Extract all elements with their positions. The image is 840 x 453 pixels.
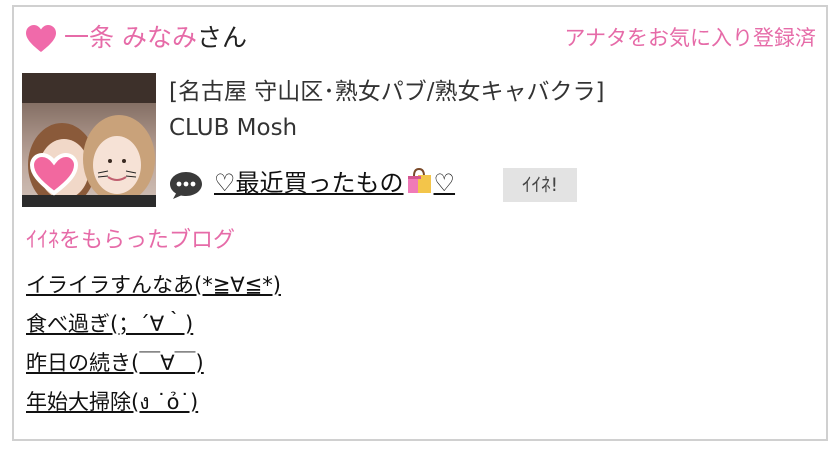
blog-link[interactable]: 食べ過ぎ(；´∀｀)	[26, 312, 193, 336]
profile-photo[interactable]	[22, 73, 156, 207]
list-item: 昨日の続き(￣∀￣)	[26, 349, 281, 377]
cast-name-suffix: さん	[196, 23, 247, 52]
favorite-card: 一条 みなみさん アナタをお気に入り登録済 [名古屋 守山区･熟女パブ/熟女キャ…	[12, 5, 828, 441]
iine-button[interactable]: ｲｲﾈ!	[503, 168, 577, 202]
area-category: [名古屋 守山区･熟女パブ/熟女キャバクラ]	[169, 79, 605, 105]
liked-blog-list: イライラすんなあ(*≧∀≦*) 食べ過ぎ(；´∀｀) 昨日の続き(￣∀￣) 年始…	[26, 271, 281, 427]
speech-bubble-icon	[170, 172, 202, 199]
list-item: イライラすんなあ(*≧∀≦*)	[26, 271, 281, 299]
post-title-link[interactable]: ♡最近買ったもの ♡	[214, 166, 455, 200]
post-title-suffix[interactable]: ♡	[434, 169, 456, 197]
list-item: 年始大掃除(ง ˙ỏ˙)	[26, 388, 281, 416]
blog-link[interactable]: 昨日の続き(￣∀￣)	[26, 351, 204, 375]
liked-blogs-title: ｲｲﾈをもらったブログ	[26, 228, 236, 253]
latest-post: ♡最近買ったもの ♡ ｲｲﾈ!	[169, 164, 816, 204]
cast-name-text[interactable]: 一条 みなみ	[64, 23, 197, 52]
list-item: 食べ過ぎ(；´∀｀)	[26, 310, 281, 338]
shopping-bag-icon	[407, 167, 431, 193]
blog-link[interactable]: 年始大掃除(ง ˙ỏ˙)	[26, 390, 198, 414]
shop-name: CLUB Mosh	[169, 115, 298, 141]
post-title-text[interactable]: ♡最近買ったもの	[214, 169, 404, 197]
heart-icon	[26, 25, 56, 52]
cast-name[interactable]: 一条 みなみさん	[64, 21, 247, 55]
favorite-status: アナタをお気に入り登録済	[564, 26, 816, 50]
card-header: 一条 みなみさん アナタをお気に入り登録済	[26, 19, 816, 59]
profile-meta: [名古屋 守山区･熟女パブ/熟女キャバクラ] CLUB Mosh	[169, 77, 816, 143]
blog-link[interactable]: イライラすんなあ(*≧∀≦*)	[26, 273, 281, 297]
